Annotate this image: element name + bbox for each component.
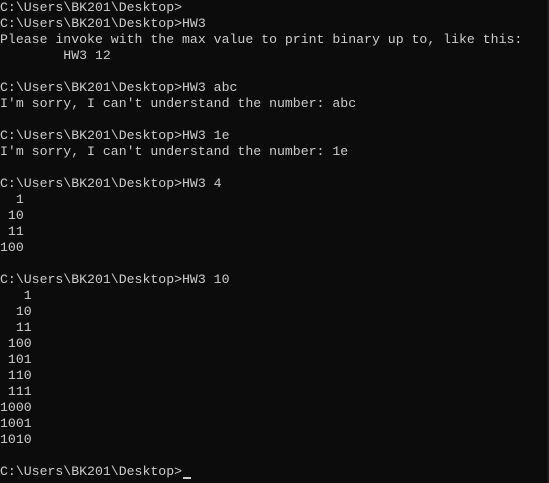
console-line: Please invoke with the max value to prin… <box>0 32 523 47</box>
console-line: C:\Users\BK201\Desktop>HW3 10 <box>0 272 230 287</box>
console-line: 100 <box>0 336 32 351</box>
console-line: 1001 <box>0 416 32 431</box>
console-line: 1010 <box>0 432 32 447</box>
console-line: 10 <box>0 304 32 319</box>
console-line: 1000 <box>0 400 32 415</box>
console-line: 110 <box>0 368 32 383</box>
console-line: 10 <box>0 208 24 223</box>
console-line: 11 <box>0 224 24 239</box>
text-cursor <box>183 477 191 479</box>
console-line: C:\Users\BK201\Desktop>HW3 abc <box>0 80 238 95</box>
console-line: C:\Users\BK201\Desktop>HW3 4 <box>0 176 222 191</box>
console-line: C:\Users\BK201\Desktop>HW3 <box>0 16 206 31</box>
console-line: C:\Users\BK201\Desktop>HW3 1e <box>0 128 230 143</box>
console-line: C:\Users\BK201\Desktop> <box>0 464 183 479</box>
console-window[interactable]: C:\Users\BK201\Desktop> C:\Users\BK201\De… <box>0 0 549 483</box>
console-line: 111 <box>0 384 32 399</box>
console-line: I'm sorry, I can't understand the number… <box>0 96 357 111</box>
console-line: 1 <box>0 192 24 207</box>
console-line: 11 <box>0 320 32 335</box>
console-output: C:\Users\BK201\Desktop> C:\Users\BK201\De… <box>0 0 545 480</box>
console-line: 1 <box>0 288 32 303</box>
console-line: C:\Users\BK201\Desktop> <box>0 0 183 15</box>
console-line: I'm sorry, I can't understand the number… <box>0 144 349 159</box>
console-line: 101 <box>0 352 32 367</box>
console-line: 100 <box>0 240 24 255</box>
console-line: HW3 12 <box>0 48 111 63</box>
